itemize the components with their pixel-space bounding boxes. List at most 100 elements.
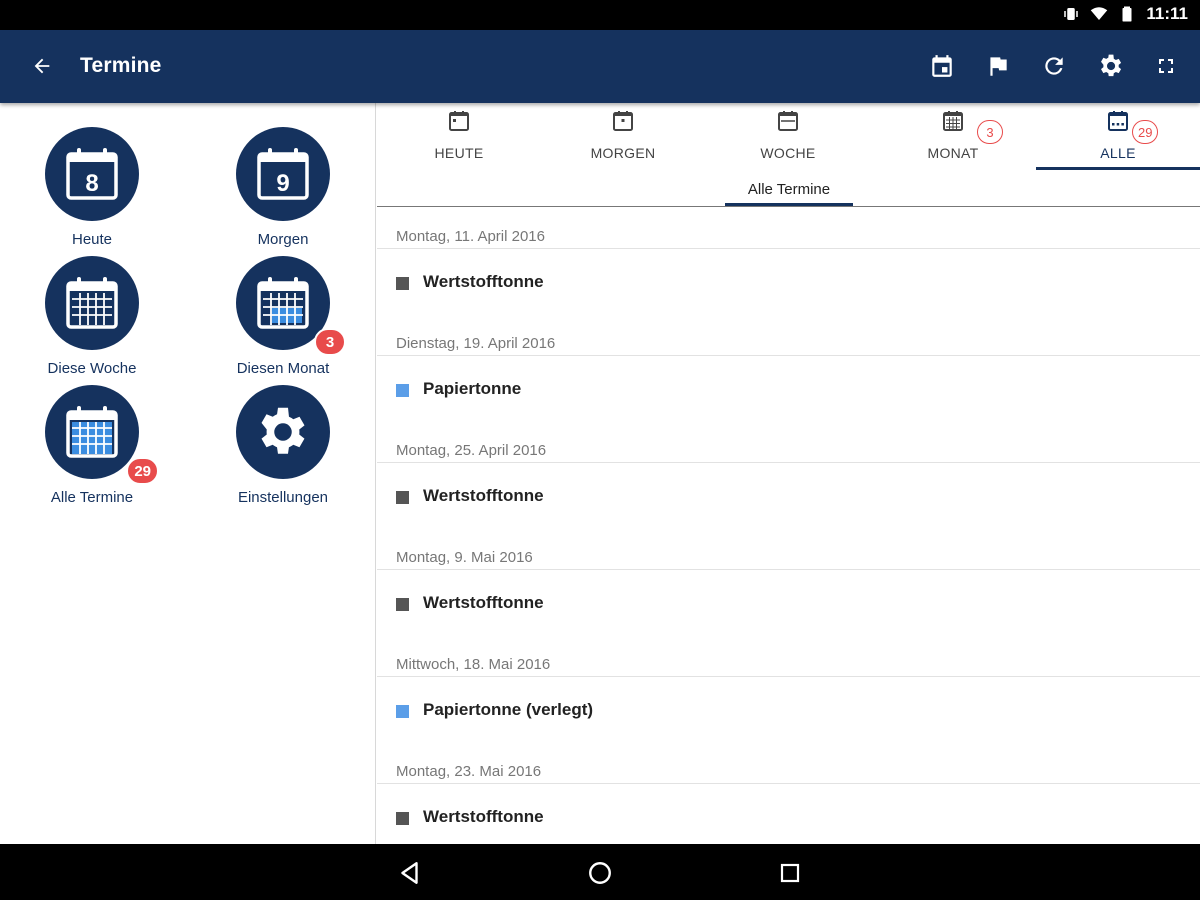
event-date: Dienstag, 19. April 2016 xyxy=(396,335,556,352)
tile-label: Morgen xyxy=(257,231,309,248)
tile-day-number: 9 xyxy=(276,170,289,197)
flag-button[interactable] xyxy=(980,48,1016,84)
event-entry: Dienstag, 19. April 2016 Papiertonne xyxy=(377,315,1200,422)
tab-label: ALLE xyxy=(1100,145,1136,161)
system-nav-bar xyxy=(0,844,1200,900)
event-name: Wertstofftonne xyxy=(423,807,544,826)
event-date: Montag, 11. April 2016 xyxy=(396,228,545,245)
tile-label: Einstellungen xyxy=(237,489,329,506)
list-item[interactable]: Wertstofftonne xyxy=(377,463,1200,529)
tab-morgen[interactable]: MORGEN xyxy=(541,103,705,171)
calendar-month-tab-icon xyxy=(943,111,963,131)
tile-label: Diesen Monat xyxy=(236,360,330,377)
calendar-day-tab-icon xyxy=(449,111,469,131)
event-name: Wertstofftonne xyxy=(423,593,544,612)
vibrate-icon xyxy=(1064,8,1079,20)
tile-heute[interactable]: 8 Heute xyxy=(17,127,167,253)
list-item[interactable]: Papiertonne (verlegt) xyxy=(377,677,1200,743)
square-recents-icon xyxy=(780,863,800,883)
event-entry: Mittwoch, 18. Mai 2016 Papiertonne (verle… xyxy=(377,636,1200,743)
tab-heute[interactable]: HEUTE xyxy=(377,103,541,171)
event-date: Mittwoch, 18. Mai 2016 xyxy=(396,656,551,673)
tab-monat[interactable]: MONAT 3 xyxy=(871,103,1035,171)
calendar-day-tab-icon xyxy=(613,111,633,131)
tile-label: Alle Termine xyxy=(50,489,134,506)
flag-icon xyxy=(990,57,1007,76)
tab-count-badge: 29 xyxy=(1132,120,1159,144)
tile-day-number: 8 xyxy=(85,170,98,197)
event-name: Papiertonne xyxy=(423,379,522,398)
category-color-swatch xyxy=(396,705,409,718)
event-date: Montag, 9. Mai 2016 xyxy=(396,549,533,566)
event-date: Montag, 25. April 2016 xyxy=(396,442,547,459)
subtab-bar: Alle Termine xyxy=(377,171,1200,207)
list-item[interactable]: Wertstofftonne xyxy=(377,249,1200,315)
tab-count-badge: 3 xyxy=(977,120,1003,144)
status-time: 11:11 xyxy=(1146,4,1188,23)
fullscreen-icon xyxy=(1159,59,1173,73)
calendar-event-icon xyxy=(932,55,952,77)
app-toolbar: Termine xyxy=(0,30,1200,103)
triangle-back-icon xyxy=(401,862,418,884)
nav-home-button[interactable] xyxy=(580,856,620,890)
event-entry: Montag, 9. Mai 2016 Wertstofftonne xyxy=(377,529,1200,636)
tile-alle-termine[interactable]: 29 Alle Termine xyxy=(17,385,167,511)
category-color-swatch xyxy=(396,277,409,290)
category-color-swatch xyxy=(396,598,409,611)
event-entry: Montag, 23. Mai 2016 Wertstofftonne xyxy=(377,743,1200,844)
list-item[interactable]: Wertstofftonne xyxy=(377,570,1200,636)
tile-morgen[interactable]: 9 Morgen xyxy=(208,127,358,253)
tab-label: WOCHE xyxy=(760,145,816,161)
tile-diese-woche[interactable]: Diese Woche xyxy=(17,256,167,382)
active-tab-indicator xyxy=(1036,167,1200,170)
category-color-swatch xyxy=(396,812,409,825)
event-entry: Montag, 25. April 2016 Wertstofftonne xyxy=(377,422,1200,529)
calendar-week-icon xyxy=(66,277,118,329)
event-name: Papiertonne (verlegt) xyxy=(423,700,594,719)
calendar-today-button[interactable] xyxy=(924,48,960,84)
event-entry: Montag, 11. April 2016 Wertstofftonne xyxy=(377,208,1200,315)
calendar-day-icon: 8 xyxy=(66,148,118,200)
calendar-week-tab-icon xyxy=(778,111,798,131)
settings-icon xyxy=(1101,54,1122,77)
tile-count-badge: 29 xyxy=(126,457,159,485)
tile-einstellungen[interactable]: Einstellungen xyxy=(208,385,358,511)
settings-gear-icon xyxy=(261,407,305,454)
event-name: Wertstofftonne xyxy=(423,486,544,505)
calendar-day-icon: 9 xyxy=(257,148,309,200)
tile-circle: 29 xyxy=(45,385,159,485)
refresh-icon xyxy=(1045,57,1063,75)
page-title: Termine xyxy=(80,54,162,77)
fullscreen-button[interactable] xyxy=(1148,48,1184,84)
nav-recents-button[interactable] xyxy=(770,856,810,890)
status-bar: 11:11 xyxy=(0,0,1200,30)
tile-circle: 3 xyxy=(236,256,346,356)
arrow-back-icon xyxy=(34,58,50,74)
tab-label: MORGEN xyxy=(590,145,656,161)
subtab-alle-termine[interactable]: Alle Termine xyxy=(725,171,853,207)
calendar-month-icon xyxy=(257,277,309,329)
refresh-button[interactable] xyxy=(1036,48,1072,84)
calendar-all-icon xyxy=(66,406,118,458)
tile-circle xyxy=(236,385,330,479)
nav-back-button[interactable] xyxy=(390,856,430,890)
tile-circle: 8 xyxy=(45,127,139,221)
tile-label: Diese Woche xyxy=(47,360,137,377)
list-item[interactable]: Papiertonne xyxy=(377,356,1200,422)
tab-label: MONAT xyxy=(927,145,979,161)
back-button[interactable] xyxy=(24,48,60,84)
battery-icon xyxy=(1122,6,1132,22)
tile-circle xyxy=(45,256,139,350)
wifi-icon xyxy=(1091,7,1108,20)
app-screen: 11:11 Termine 8 Heute 9 Morgen Diese Woc… xyxy=(0,0,1200,900)
settings-button[interactable] xyxy=(1092,48,1128,84)
list-item[interactable]: Wertstofftonne xyxy=(377,784,1200,844)
period-tabs: HEUTE MORGEN WOCHE MONAT 3 ALLE 29 xyxy=(377,103,1200,171)
category-color-swatch xyxy=(396,384,409,397)
category-color-swatch xyxy=(396,491,409,504)
tile-diesen-monat[interactable]: 3 Diesen Monat xyxy=(208,256,358,382)
tab-alle[interactable]: ALLE 29 xyxy=(1036,103,1200,171)
tab-woche[interactable]: WOCHE xyxy=(706,103,870,171)
event-name: Wertstofftonne xyxy=(423,272,544,291)
termine-content-panel: HEUTE MORGEN WOCHE MONAT 3 ALLE 29 Alle … xyxy=(377,103,1200,844)
